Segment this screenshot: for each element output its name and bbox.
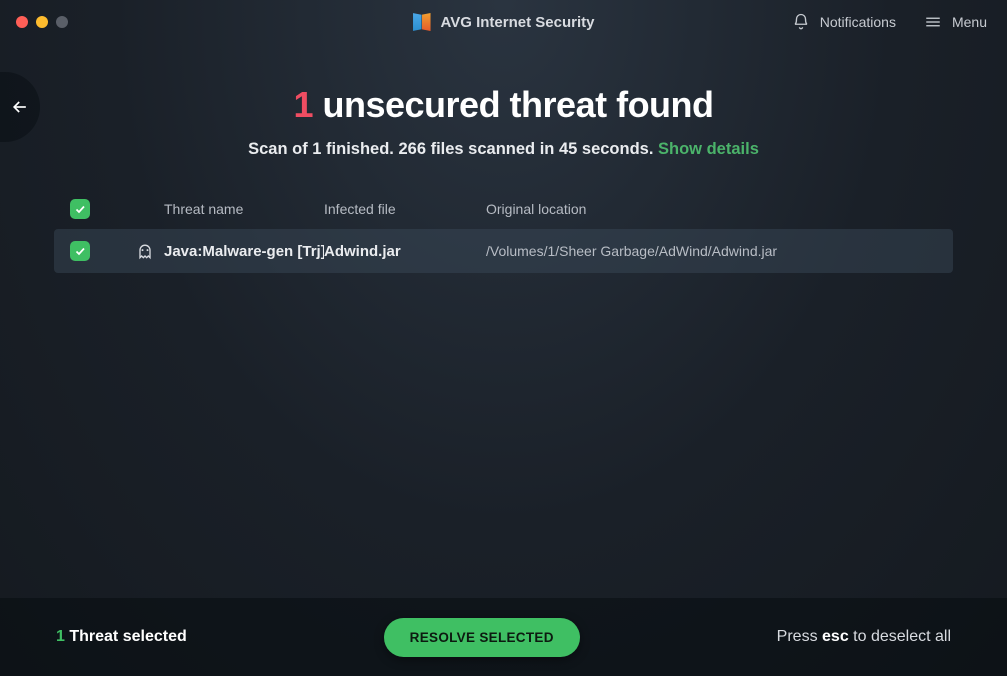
header-original-location: Original location xyxy=(486,201,939,217)
headline-text: unsecured threat found xyxy=(323,84,714,125)
headline: 1 unsecured threat found xyxy=(0,84,1007,126)
menu-label: Menu xyxy=(952,14,987,30)
table-row[interactable]: Java:Malware-gen [Trj] Adwind.jar /Volum… xyxy=(54,229,953,273)
selected-count: 1 xyxy=(56,628,65,645)
main-content: 1 unsecured threat found Scan of 1 finis… xyxy=(0,44,1007,273)
minimize-window-button[interactable] xyxy=(36,16,48,28)
resolve-selected-button[interactable]: RESOLVE SELECTED xyxy=(384,618,580,657)
hint-suffix: to deselect all xyxy=(849,628,951,645)
bell-icon xyxy=(792,13,810,31)
row-infected-file: Adwind.jar xyxy=(324,243,486,260)
threat-count: 1 xyxy=(293,84,313,125)
hint-prefix: Press xyxy=(777,628,822,645)
threats-table: Threat name Infected file Original locat… xyxy=(54,189,953,273)
selected-label: Threat selected xyxy=(69,628,186,645)
app-title: AVG Internet Security xyxy=(413,13,595,31)
hamburger-icon xyxy=(924,13,942,31)
titlebar: AVG Internet Security Notifications Menu xyxy=(0,0,1007,44)
hint-key: esc xyxy=(822,628,849,645)
row-threat-name: Java:Malware-gen [Trj] xyxy=(164,243,324,260)
header-infected-file: Infected file xyxy=(324,201,486,217)
check-icon xyxy=(74,203,86,215)
menu-button[interactable]: Menu xyxy=(924,13,987,31)
window-controls xyxy=(16,16,68,28)
close-window-button[interactable] xyxy=(16,16,28,28)
notifications-label: Notifications xyxy=(820,14,896,30)
ghost-icon xyxy=(135,241,155,261)
app-title-text: AVG Internet Security xyxy=(441,14,595,31)
selection-status: 1 Threat selected xyxy=(56,628,187,646)
avg-logo-icon xyxy=(413,13,431,31)
row-checkbox[interactable] xyxy=(70,241,90,261)
scan-summary-text: Scan of 1 finished. 266 files scanned in… xyxy=(248,140,658,158)
footer: 1 Threat selected RESOLVE SELECTED Press… xyxy=(0,598,1007,676)
header-threat-name: Threat name xyxy=(164,201,324,217)
notifications-button[interactable]: Notifications xyxy=(792,13,896,31)
row-original-location: /Volumes/1/Sheer Garbage/AdWind/Adwind.j… xyxy=(486,243,939,259)
table-header: Threat name Infected file Original locat… xyxy=(54,189,953,229)
scan-summary: Scan of 1 finished. 266 files scanned in… xyxy=(0,140,1007,159)
deselect-hint: Press esc to deselect all xyxy=(777,628,951,646)
fullscreen-window-button[interactable] xyxy=(56,16,68,28)
check-icon xyxy=(74,245,86,257)
show-details-link[interactable]: Show details xyxy=(658,140,759,158)
select-all-checkbox[interactable] xyxy=(70,199,90,219)
arrow-left-icon xyxy=(10,97,30,117)
